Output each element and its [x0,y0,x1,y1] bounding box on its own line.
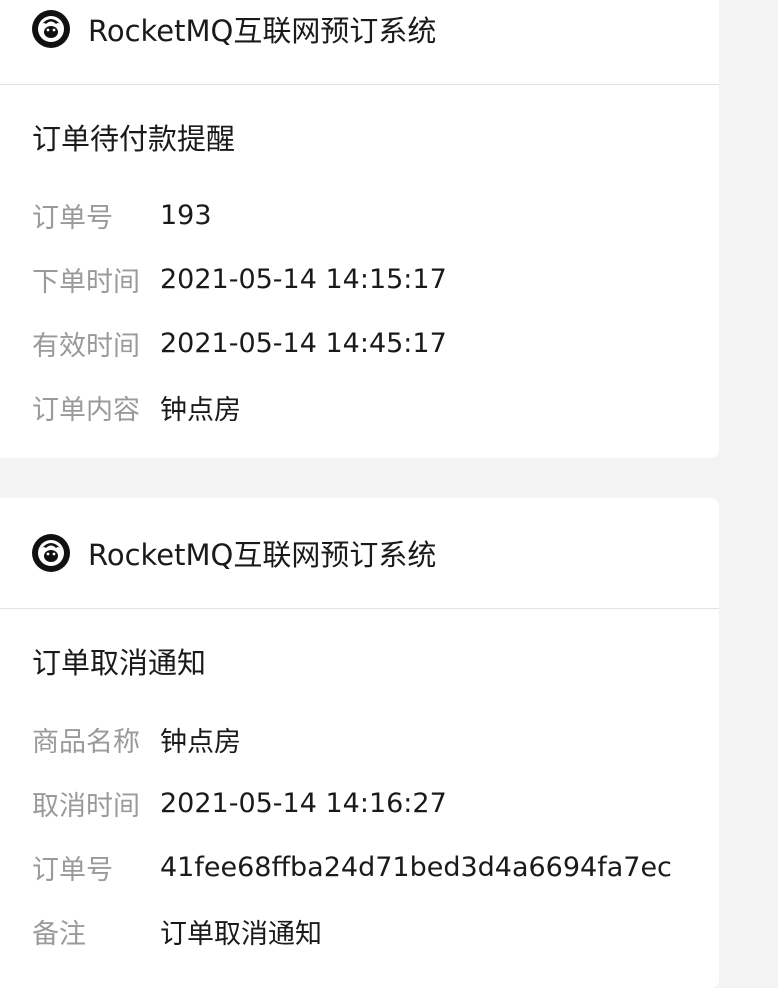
detail-row-cancel-time: 取消时间 2021-05-14 14:16:27 [32,771,719,835]
row-value: 2021-05-14 14:15:17 [160,263,447,295]
notice-title: 订单待付款提醒 [32,122,236,156]
row-label: 订单内容 [32,394,140,426]
detail-row-order-number: 订单号 41fee68ffba24d71bed3d4a6694fa7ec [32,835,719,899]
detail-row-order-number: 订单号 193 [32,183,719,247]
row-label: 商品名称 [32,726,140,758]
card-header: RocketMQ互联网预订系统 [0,0,719,85]
detail-row-remark: 备注 订单取消通知 [32,899,719,963]
app-title: RocketMQ互联网预订系统 [88,538,437,572]
row-label: 下单时间 [32,266,140,298]
row-value: 41fee68ffba24d71bed3d4a6694fa7ec [160,851,672,883]
rocketmq-logo-icon [32,10,70,48]
notice-title: 订单取消通知 [32,646,207,680]
row-value: 2021-05-14 14:45:17 [160,327,447,359]
card-header: RocketMQ互联网预订系统 [0,498,719,609]
row-value: 钟点房 [160,726,241,758]
detail-row-valid-time: 有效时间 2021-05-14 14:45:17 [32,311,719,375]
detail-row-order-content: 订单内容 钟点房 [32,375,719,439]
detail-row-order-time: 下单时间 2021-05-14 14:15:17 [32,247,719,311]
detail-row-product-name: 商品名称 钟点房 [32,707,719,771]
row-label: 备注 [32,918,86,950]
row-label: 订单号 [32,202,113,234]
row-label: 订单号 [32,854,113,886]
card-body: 订单待付款提醒 订单号 193 下单时间 2021-05-14 14:15:17… [0,116,719,439]
row-label: 取消时间 [32,790,140,822]
card-body: 订单取消通知 商品名称 钟点房 取消时间 2021-05-14 14:16:27… [0,640,719,963]
app-title: RocketMQ互联网预订系统 [88,14,437,48]
row-value: 193 [160,199,212,231]
rocketmq-logo-icon [32,534,70,572]
order-pending-payment-card[interactable]: RocketMQ互联网预订系统 订单待付款提醒 订单号 193 下单时间 202… [0,0,719,458]
order-cancel-notice-card[interactable]: RocketMQ互联网预订系统 订单取消通知 商品名称 钟点房 取消时间 202… [0,498,719,988]
row-label: 有效时间 [32,330,140,362]
row-value: 2021-05-14 14:16:27 [160,787,447,819]
row-value: 钟点房 [160,394,241,426]
row-value: 订单取消通知 [160,918,322,950]
